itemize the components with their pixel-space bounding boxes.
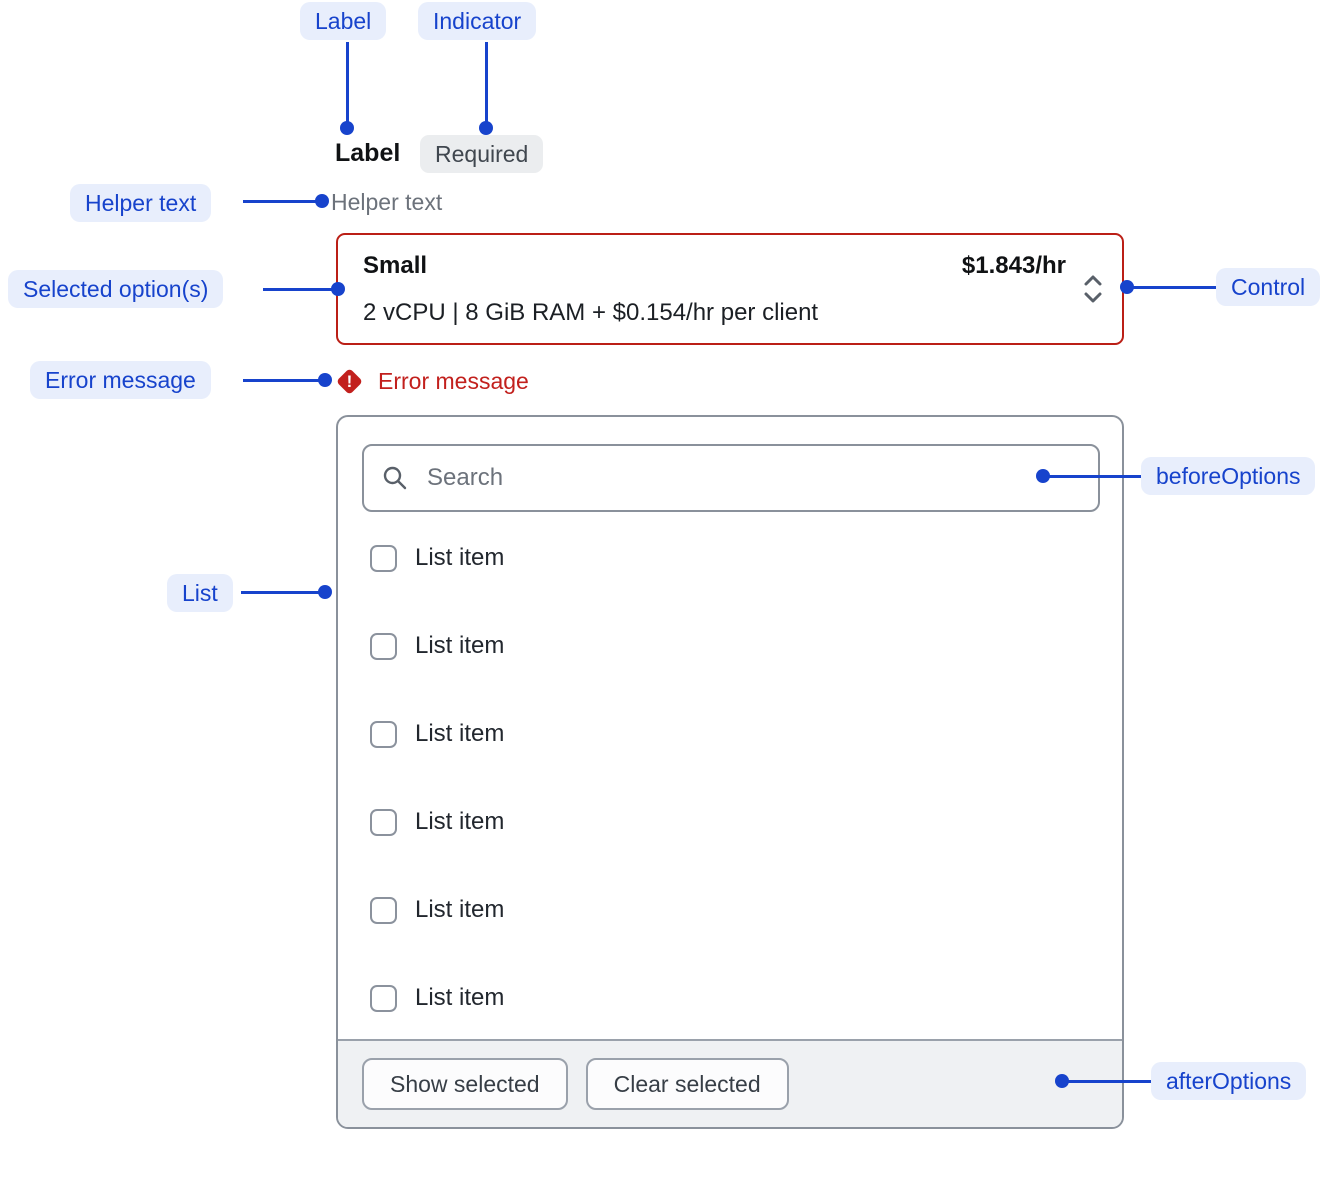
option-list-item[interactable]: List item (370, 808, 504, 836)
selected-option-description: 2 vCPU | 8 GiB RAM + $0.154/hr per clien… (363, 299, 1066, 327)
option-list-item[interactable]: List item (370, 632, 504, 660)
helper-text: Helper text (331, 189, 442, 216)
checkbox[interactable] (370, 809, 397, 836)
option-list-item[interactable]: List item (370, 544, 504, 572)
required-indicator-badge: Required (420, 135, 543, 173)
checkbox[interactable] (370, 633, 397, 660)
callout-error-message: Error message (30, 361, 211, 399)
connector-line (243, 200, 323, 203)
option-list-item[interactable]: List item (370, 896, 504, 924)
checkbox[interactable] (370, 545, 397, 572)
callout-selected-options: Selected option(s) (8, 270, 223, 308)
connector-line (1127, 286, 1216, 289)
options-dropdown-panel: List item List item List item List item … (336, 415, 1124, 1129)
callout-helper-text: Helper text (70, 184, 211, 222)
list-item-label: List item (415, 544, 504, 572)
list-item-label: List item (415, 984, 504, 1012)
connector-dot (1120, 280, 1134, 294)
show-selected-button[interactable]: Show selected (362, 1058, 568, 1110)
clear-selected-button[interactable]: Clear selected (586, 1058, 789, 1110)
connector-dot (1055, 1074, 1069, 1088)
error-icon: ! (337, 369, 362, 394)
selected-option-name: Small (363, 252, 427, 280)
connector-dot (479, 121, 493, 135)
callout-indicator: Indicator (418, 2, 536, 40)
selected-option-row: Small $1.843/hr (363, 252, 1066, 280)
callout-before-options: beforeOptions (1141, 457, 1315, 495)
error-message-text: Error message (378, 368, 529, 395)
chevron-updown-icon (1080, 271, 1106, 307)
connector-line (1043, 475, 1141, 478)
select-control[interactable]: Small $1.843/hr 2 vCPU | 8 GiB RAM + $0.… (336, 233, 1124, 345)
anatomy-diagram-canvas: Label Indicator Helper text Selected opt… (0, 0, 1334, 1196)
option-list-item[interactable]: List item (370, 720, 504, 748)
callout-after-options: afterOptions (1151, 1062, 1306, 1100)
search-input[interactable] (362, 444, 1100, 512)
field-label: Label (335, 139, 400, 168)
connector-line (346, 42, 349, 130)
callout-control: Control (1216, 268, 1320, 306)
list-item-label: List item (415, 808, 504, 836)
option-list-item[interactable]: List item (370, 984, 504, 1012)
connector-line (485, 42, 488, 130)
list-item-label: List item (415, 896, 504, 924)
connector-dot (331, 282, 345, 296)
connector-dot (1036, 469, 1050, 483)
dropdown-footer: Show selected Clear selected (338, 1039, 1122, 1127)
search-box (362, 444, 1100, 512)
connector-line (241, 591, 325, 594)
callout-label: Label (300, 2, 386, 40)
connector-dot (318, 585, 332, 599)
checkbox[interactable] (370, 721, 397, 748)
list-item-label: List item (415, 632, 504, 660)
checkbox[interactable] (370, 897, 397, 924)
selected-option-price: $1.843/hr (962, 252, 1066, 280)
list-item-label: List item (415, 720, 504, 748)
checkbox[interactable] (370, 985, 397, 1012)
connector-dot (318, 373, 332, 387)
connector-line (263, 288, 338, 291)
connector-dot (315, 194, 329, 208)
connector-line (1062, 1080, 1151, 1083)
connector-line (243, 379, 325, 382)
callout-list: List (167, 574, 233, 612)
connector-dot (340, 121, 354, 135)
